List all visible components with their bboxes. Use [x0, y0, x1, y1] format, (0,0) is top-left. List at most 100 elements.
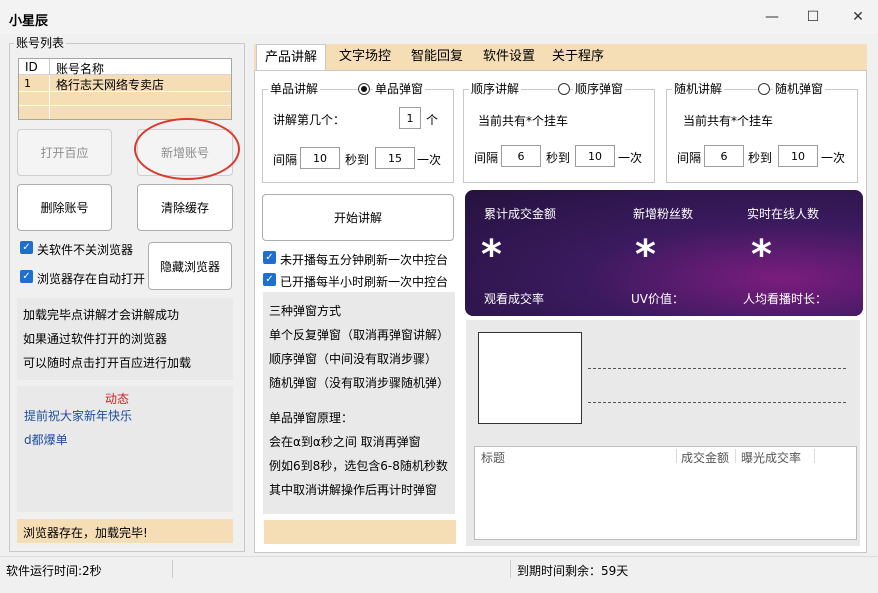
hint-line: 加载完毕点讲解才会讲解成功 [23, 308, 180, 322]
which-unit: 个 [426, 113, 439, 127]
runtime-text: 软件运行时间:2秒 [6, 564, 102, 578]
note-line: 顺序弹窗（中间没有取消步骤） [269, 352, 438, 366]
account-table-header: ID 账号名称 [19, 59, 231, 76]
column-header-id[interactable]: ID [25, 60, 38, 74]
single-popup-label: 单品弹窗 [373, 82, 426, 96]
note-line: 三种弹窗方式 [269, 304, 342, 318]
note-line: 随机弹窗（没有取消步骤随机弹） [269, 376, 450, 390]
sequence-popup-label: 顺序弹窗 [573, 82, 626, 96]
stat-label-total-sales: 累计成交金额 [484, 207, 557, 221]
status-divider [172, 560, 173, 578]
single-to-label: 秒到 [345, 153, 370, 167]
note-line: 会在α到α秒之间 取消再弹窗 [269, 435, 421, 449]
product-column-conversion[interactable]: 曝光成交率 [741, 449, 801, 466]
single-interval-label: 间隔 [273, 153, 298, 167]
account-list-label: 账号列表 [14, 36, 67, 50]
title-bar [0, 0, 878, 34]
tab-about[interactable]: 关于程序 [546, 44, 610, 70]
hint-box: 加载完毕点讲解才会讲解成功 如果通过软件打开的浏览器 可以随时点击打开百应进行加… [17, 298, 233, 380]
random-popup-label: 随机弹窗 [773, 82, 826, 96]
window-title: 小星辰 [9, 14, 49, 29]
sequence-from-input[interactable]: 6 [501, 145, 541, 167]
single-from-input[interactable]: 10 [300, 147, 340, 169]
sequence-interval-label: 间隔 [474, 151, 499, 165]
single-explain-group [262, 89, 454, 183]
column-divider [735, 449, 736, 463]
note-line: 单品弹窗原理： [269, 411, 354, 425]
stat-label-new-fans: 新增粉丝数 [633, 207, 694, 221]
stat-label-conversion: 观看成交率 [484, 292, 545, 306]
product-line-placeholder [588, 368, 846, 369]
auto-open-label: 浏览器存在自动打开 [37, 272, 146, 286]
delete-account-button[interactable]: 删除账号 [17, 184, 112, 231]
close-soft-label: 关软件不关浏览器 [37, 243, 134, 257]
single-to-input[interactable]: 15 [375, 147, 415, 169]
explain-notes-box: 三种弹窗方式 单个反复弹窗（取消再弹窗讲解） 顺序弹窗（中间没有取消步骤） 随机… [263, 292, 455, 514]
single-explain-label: 单品讲解 [268, 82, 321, 96]
tab-product-explain[interactable]: 产品讲解 [256, 44, 326, 70]
explain-status-bar [264, 520, 456, 544]
random-popup-radio[interactable] [758, 83, 770, 95]
sequence-to-input[interactable]: 10 [575, 145, 615, 167]
tab-smart-reply[interactable]: 智能回复 [402, 44, 472, 70]
random-info: 当前共有*个挂车 [683, 114, 774, 128]
stat-label-avg-watch: 人均看播时长： [743, 292, 828, 306]
status-bar: 软件运行时间:2秒 到期时间剩余：59天 [0, 556, 878, 582]
refresh-5min-checkbox[interactable]: ✓ [263, 251, 276, 264]
dynamic-line: 提前祝大家新年快乐 [24, 409, 133, 423]
close-icon[interactable]: ✕ [848, 8, 868, 26]
sequence-to-label: 秒到 [546, 151, 571, 165]
tab-software-settings[interactable]: 软件设置 [474, 44, 544, 70]
stat-value-new-fans: * [635, 232, 656, 278]
product-column-title[interactable]: 标题 [481, 449, 505, 466]
single-popup-radio[interactable] [358, 83, 370, 95]
stat-value-online: * [751, 232, 772, 278]
table-row[interactable]: 1 格行志天网络专卖店 [19, 75, 231, 92]
random-per-label: 一次 [821, 151, 846, 165]
auto-open-checkbox[interactable]: ✓ [20, 270, 33, 283]
open-baiying-button[interactable]: 打开百应 [17, 129, 112, 176]
note-line: 例如6到8秒，选包含6-8随机秒数 [269, 459, 448, 473]
column-divider [49, 59, 50, 75]
random-from-input[interactable]: 6 [704, 145, 744, 167]
refresh-30min-label: 已开播每半小时刷新一次中控台 [280, 275, 449, 289]
minimize-icon[interactable]: — [762, 8, 782, 26]
column-divider [676, 449, 677, 463]
column-divider [814, 449, 815, 463]
maximize-icon[interactable]: ☐ [803, 8, 823, 26]
product-table[interactable]: 标题 成交金额 曝光成交率 [474, 446, 857, 540]
single-per-label: 一次 [417, 153, 442, 167]
note-line: 其中取消讲解操作后再计时弹窗 [269, 483, 438, 497]
clear-cache-button[interactable]: 清除缓存 [137, 184, 233, 231]
stat-label-uv-value: UV价值： [631, 292, 684, 306]
random-to-input[interactable]: 10 [778, 145, 818, 167]
sequence-explain-group [463, 89, 655, 183]
sequence-info: 当前共有*个挂车 [478, 114, 569, 128]
random-interval-label: 间隔 [677, 151, 702, 165]
account-table[interactable]: ID 账号名称 1 格行志天网络专卖店 [18, 58, 232, 120]
stats-panel: 累计成交金额 新增粉丝数 实时在线人数 * * * 观看成交率 UV价值： 人均… [465, 190, 863, 316]
which-label: 讲解第几个： [273, 113, 346, 127]
refresh-30min-checkbox[interactable]: ✓ [263, 273, 276, 286]
product-column-sales[interactable]: 成交金额 [681, 449, 729, 466]
hide-browser-button[interactable]: 隐藏浏览器 [148, 242, 232, 290]
annotation-circle [134, 118, 240, 180]
start-explain-button[interactable]: 开始讲解 [262, 194, 454, 241]
status-divider [510, 560, 511, 578]
random-to-label: 秒到 [748, 151, 773, 165]
random-explain-group [666, 89, 858, 183]
which-input[interactable]: 1 [399, 107, 421, 129]
stat-label-online: 实时在线人数 [747, 207, 820, 221]
row-divider [19, 105, 231, 106]
row-divider [19, 91, 231, 92]
stat-value-total-sales: * [481, 232, 502, 278]
product-line-placeholder [588, 402, 846, 403]
note-line: 单个反复弹窗（取消再弹窗讲解） [269, 328, 450, 342]
tab-text-control[interactable]: 文字场控 [330, 44, 400, 70]
sequence-explain-label: 顺序讲解 [469, 82, 522, 96]
dynamic-line: d都爆单 [24, 433, 68, 447]
dynamic-title: 动态 [105, 392, 130, 406]
close-soft-checkbox[interactable]: ✓ [20, 241, 33, 254]
sequence-popup-radio[interactable] [558, 83, 570, 95]
hint-line: 如果通过软件打开的浏览器 [23, 332, 168, 346]
